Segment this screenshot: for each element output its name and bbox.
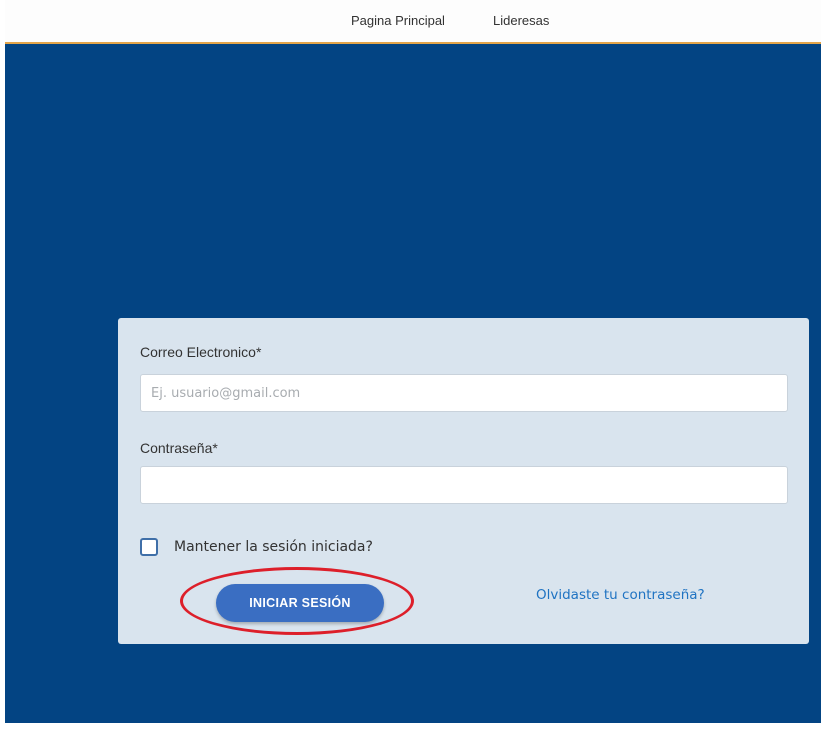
nav-link-pagina-principal[interactable]: Pagina Principal [351, 13, 445, 28]
remember-me-label: Mantener la sesión iniciada? [174, 539, 373, 555]
email-input[interactable] [140, 374, 788, 412]
page: Pagina Principal Lideresas Correo Electr… [0, 0, 828, 729]
remember-me-checkbox[interactable] [140, 538, 158, 556]
remember-me-row: Mantener la sesión iniciada? [140, 536, 373, 558]
email-label: Correo Electronico* [140, 344, 262, 360]
password-input[interactable] [140, 466, 788, 504]
forgot-password-link[interactable]: Olvidaste tu contraseña? [536, 587, 705, 603]
password-label: Contraseña* [140, 440, 218, 456]
nav-link-lideresas[interactable]: Lideresas [493, 13, 549, 28]
login-form: Correo Electronico* Contraseña* Mantener… [118, 318, 809, 644]
top-navigation: Pagina Principal Lideresas [5, 0, 821, 44]
login-button[interactable]: INICIAR SESIÓN [216, 584, 384, 622]
